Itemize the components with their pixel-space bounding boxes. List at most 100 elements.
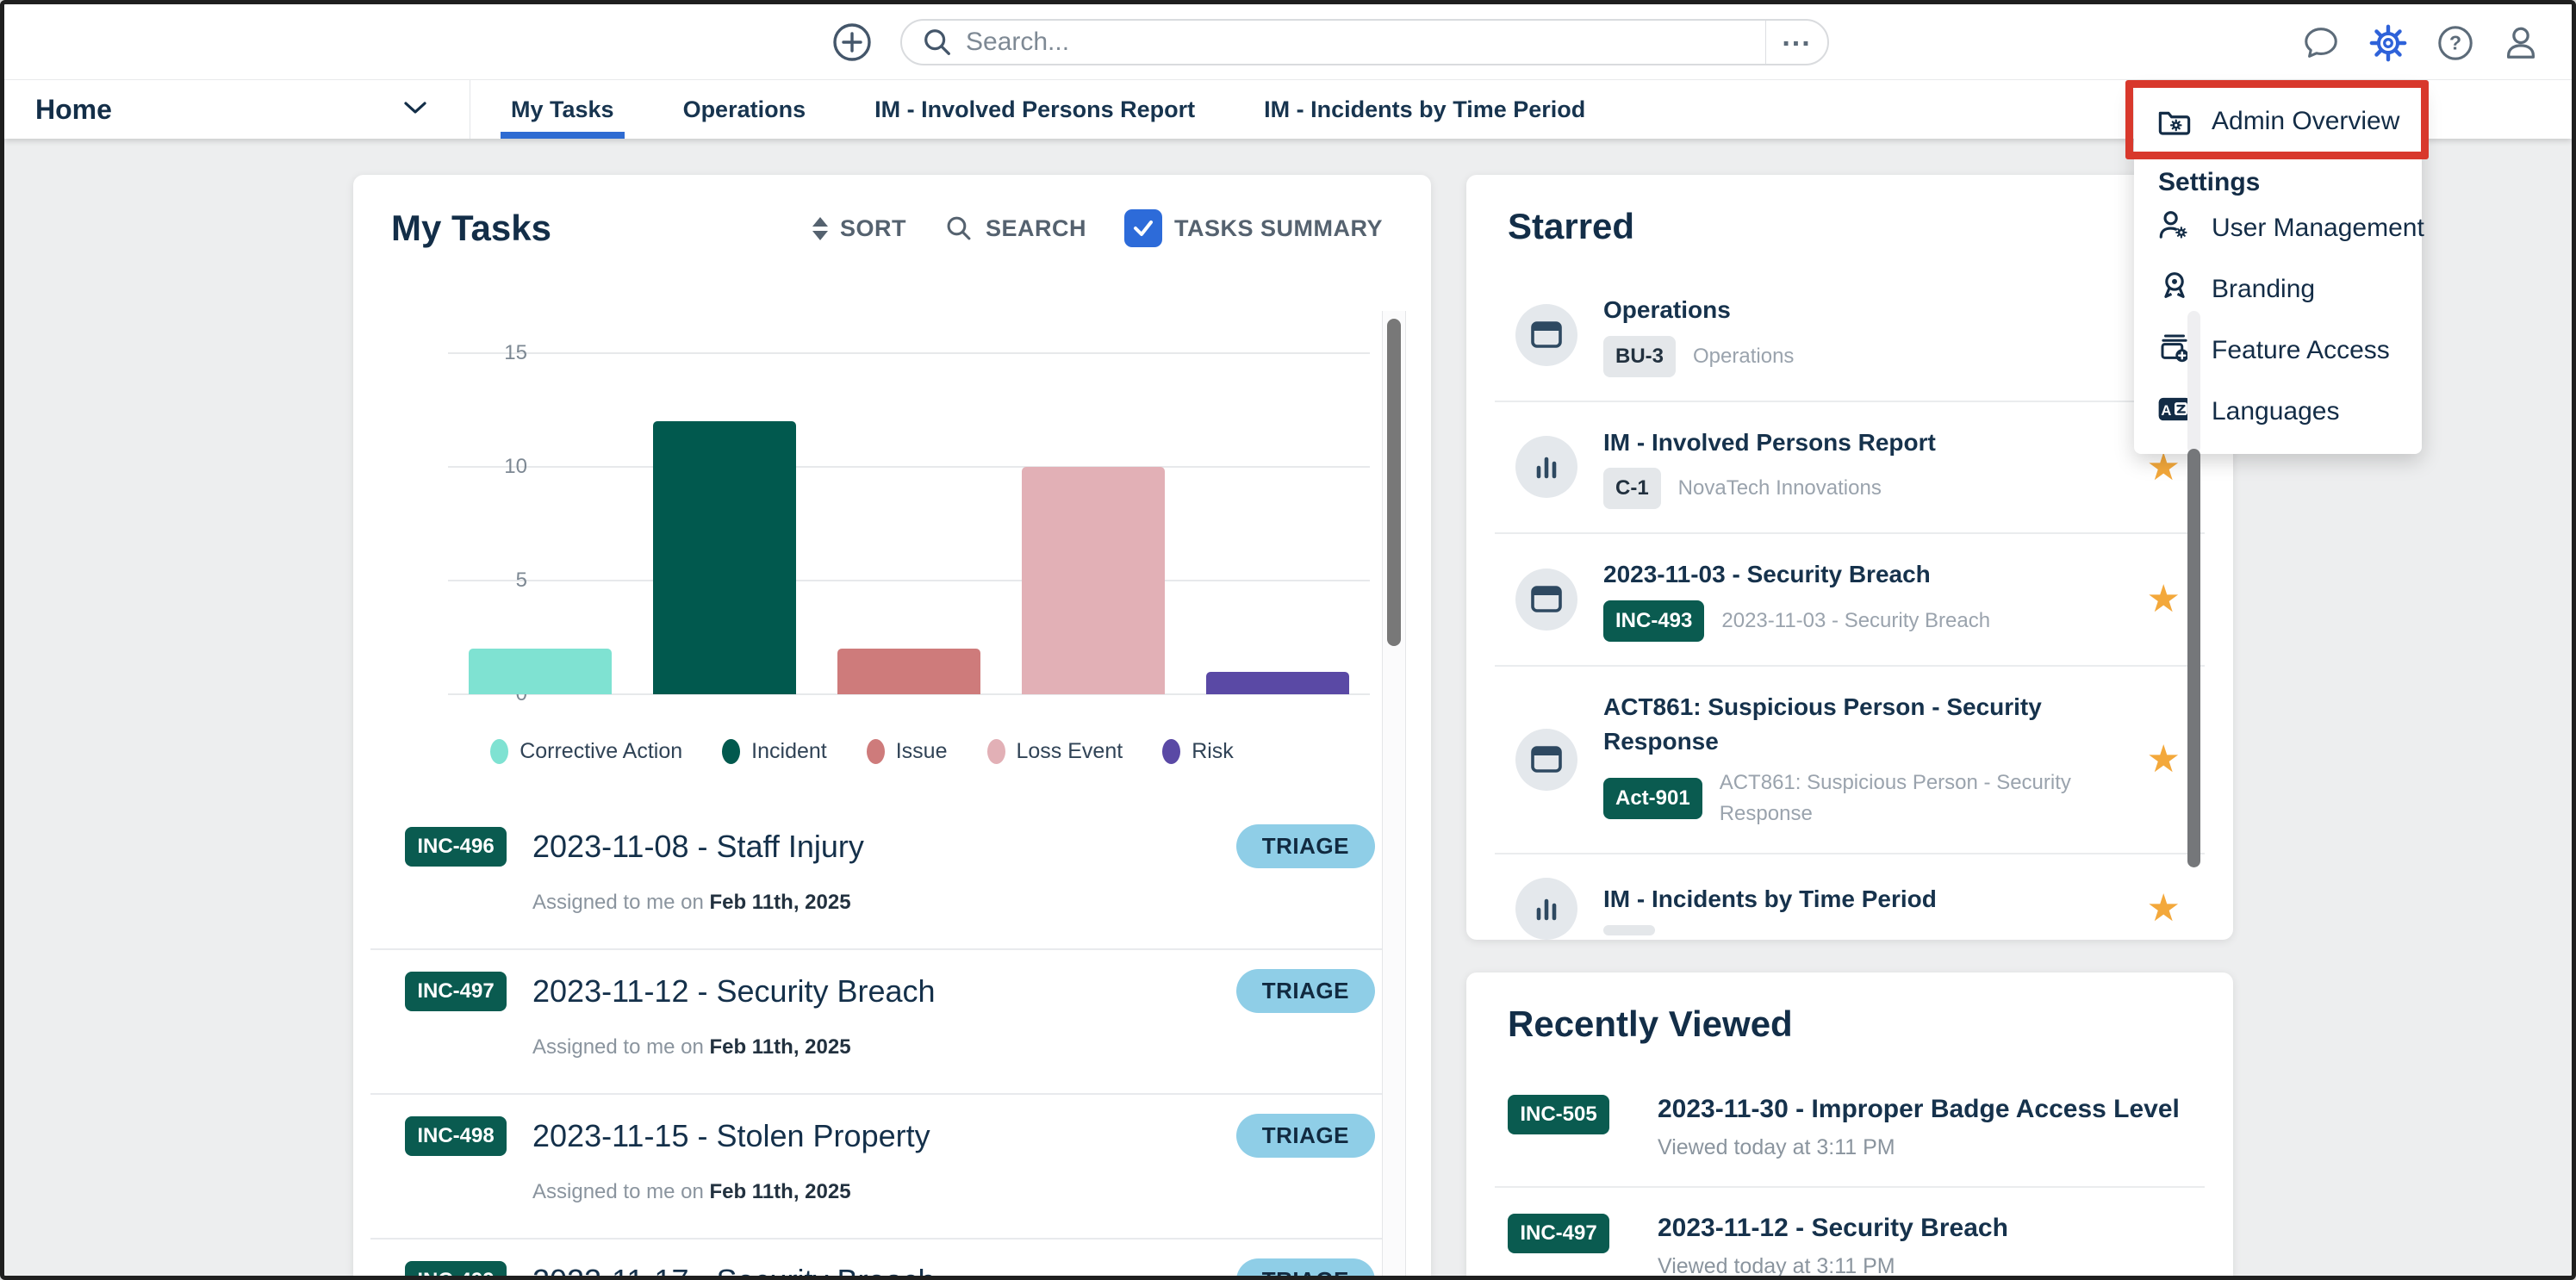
task-title[interactable]: 2023-11-12 - Security Breach [532,973,936,1010]
recently-viewed-title: Recently Viewed [1508,1003,2233,1045]
starred-item[interactable]: IM - Involved Persons ReportC-1NovaTech … [1495,402,2205,535]
starred-item-badge: INC-493 [1603,600,1704,642]
gear-icon [2368,23,2408,63]
bar-corrective-action[interactable] [469,649,612,694]
task-row[interactable]: INC-4982023-11-15 - Stolen PropertyTRIAG… [370,1095,1384,1240]
home-label: Home [35,94,112,126]
legend-marker [987,739,1005,764]
search-more-button[interactable]: ... [1765,21,1827,64]
sort-label: SORT [840,215,906,242]
starred-item-title: IM - Involved Persons Report [1603,426,2127,461]
star-icon[interactable]: ★ [2147,577,2181,621]
starred-scrollbar-track[interactable] [2187,311,2200,454]
task-row[interactable]: INC-4992023-11-17 - Security BreachTRIAG… [370,1240,1384,1280]
tasks-summary-chart: 051015 Corrective ActionIncidentIssueLos… [353,304,1431,761]
menu-item-admin-overview[interactable]: Admin Overview [2134,87,2422,156]
starred-item-badge: BU-3 [1603,336,1676,377]
settings-menu-items: User Management Branding Feature AccessALa… [2134,197,2422,442]
menu-item-feature-access[interactable]: Feature Access [2134,320,2422,381]
starred-scrollbar-thumb[interactable] [2187,449,2200,867]
home-dropdown[interactable]: Home [4,80,470,139]
chevron-down-icon [402,99,428,116]
status-badge: TRIAGE [1236,969,1375,1013]
recent-item-title[interactable]: 2023-11-12 - Security Breach [1658,1214,2008,1243]
chat-icon [2301,23,2341,63]
search-tasks-button[interactable]: SEARCH [944,214,1086,243]
recently-viewed-item[interactable]: INC-5052023-11-30 - Improper Badge Acces… [1495,1069,2205,1188]
create-button[interactable] [831,22,873,63]
help-icon: ? [2436,23,2475,63]
bar-loss-event[interactable] [1022,467,1165,694]
sort-button[interactable]: SORT [812,215,906,242]
tab-im-incidents-by-time-period[interactable]: IM - Incidents by Time Period [1229,80,1620,139]
chat-button[interactable] [2301,23,2341,63]
starred-item[interactable]: IM - Incidents by Time Period★ [1495,854,2205,940]
task-title[interactable]: 2023-11-08 - Staff Injury [532,829,864,865]
top-bar: ... ? [4,4,2572,80]
starred-item-subtitle: 2023-11-03 - Security Breach [1721,606,1990,637]
my-tasks-scrollbar-track[interactable] [1382,311,1406,1279]
checkbox-checked-icon[interactable] [1124,209,1162,247]
starred-panel: Starred OperationsBU-3Operations★IM - In… [1466,175,2233,940]
legend-item: Incident [722,739,827,764]
task-assigned-text: Assigned to me on Feb 11th, 2025 [532,891,1375,915]
menu-item-label: User Management [2212,214,2424,243]
bar-incident[interactable] [653,421,796,694]
star-icon[interactable]: ★ [2147,737,2181,781]
legend-item: Corrective Action [490,739,682,764]
status-badge: TRIAGE [1236,1114,1375,1158]
starred-item-badge: C-1 [1603,468,1661,509]
gridline [448,352,1370,354]
starred-item[interactable]: 2023-11-03 - Security Breach INC-493 2023-… [1495,534,2205,667]
recently-viewed-item[interactable]: INC-4972023-11-12 - Security BreachViewe… [1495,1188,2205,1280]
medal-icon [2156,269,2193,309]
svg-text:?: ? [2449,32,2461,54]
user-icon [2501,23,2541,63]
starred-item-title: 2023-11-03 - Security Breach [1603,557,2127,593]
legend-marker [490,739,508,764]
help-button[interactable]: ? [2436,23,2475,63]
menu-item-user-management[interactable]: User Management [2134,197,2422,258]
search-input[interactable] [954,28,1765,57]
task-title[interactable]: 2023-11-15 - Stolen Property [532,1118,930,1154]
task-assigned-text: Assigned to me on Feb 11th, 2025 [532,1035,1375,1059]
legend-marker [867,739,885,764]
bar-chart-icon [1515,436,1577,498]
starred-item[interactable]: ACT861: Suspicious Person - Security Res… [1495,667,2205,854]
task-row[interactable]: INC-4962023-11-08 - Staff InjuryTRIAGEAs… [370,805,1384,950]
starred-item-title: ACT861: Suspicious Person - Security Res… [1603,690,2127,760]
star-icon[interactable]: ★ [2147,886,2181,930]
tab-operations[interactable]: Operations [649,80,841,139]
y-axis-tick: 5 [516,569,527,593]
folder-gear-icon [2156,103,2193,140]
my-tasks-scrollbar-thumb[interactable] [1387,319,1401,646]
menu-item-branding[interactable]: Branding [2134,258,2422,320]
legend-label: Risk [1192,739,1234,764]
bar-risk[interactable] [1206,672,1349,694]
menu-item-label: Branding [2212,275,2315,304]
task-id-badge: INC-499 [405,1261,507,1280]
profile-button[interactable] [2501,23,2541,63]
legend-item: Loss Event [987,739,1123,764]
task-list: INC-4962023-11-08 - Staff InjuryTRIAGEAs… [370,805,1384,1280]
y-axis-tick: 15 [504,341,527,365]
recent-item-title[interactable]: 2023-11-30 - Improper Badge Access Level [1658,1095,2180,1124]
tasks-summary-toggle[interactable]: TASKS SUMMARY [1124,209,1383,247]
search-icon [944,214,974,243]
task-row[interactable]: INC-4972023-11-12 - Security BreachTRIAG… [370,950,1384,1095]
svg-text:A: A [2161,402,2171,419]
tab-im-involved-persons-report[interactable]: IM - Involved Persons Report [840,80,1229,139]
user-gear-icon [2156,208,2193,248]
settings-button[interactable] [2368,23,2408,63]
tab-my-tasks[interactable]: My Tasks [476,80,649,139]
starred-item-badge [1603,925,1655,935]
starred-item[interactable]: OperationsBU-3Operations★ [1495,270,2205,402]
bar-issue[interactable] [837,649,980,694]
menu-item-languages[interactable]: ALanguages [2134,381,2422,442]
task-title[interactable]: 2023-11-17 - Security Breach [532,1263,936,1280]
settings-dropdown-menu: Admin Overview Settings User ManagementB… [2134,87,2422,454]
starred-list: OperationsBU-3Operations★ IM - Involved P… [1495,270,2205,940]
tab-bar: My TasksOperationsIM - Involved Persons … [476,80,1620,139]
window-icon [1515,304,1577,366]
window-icon [1515,729,1577,791]
